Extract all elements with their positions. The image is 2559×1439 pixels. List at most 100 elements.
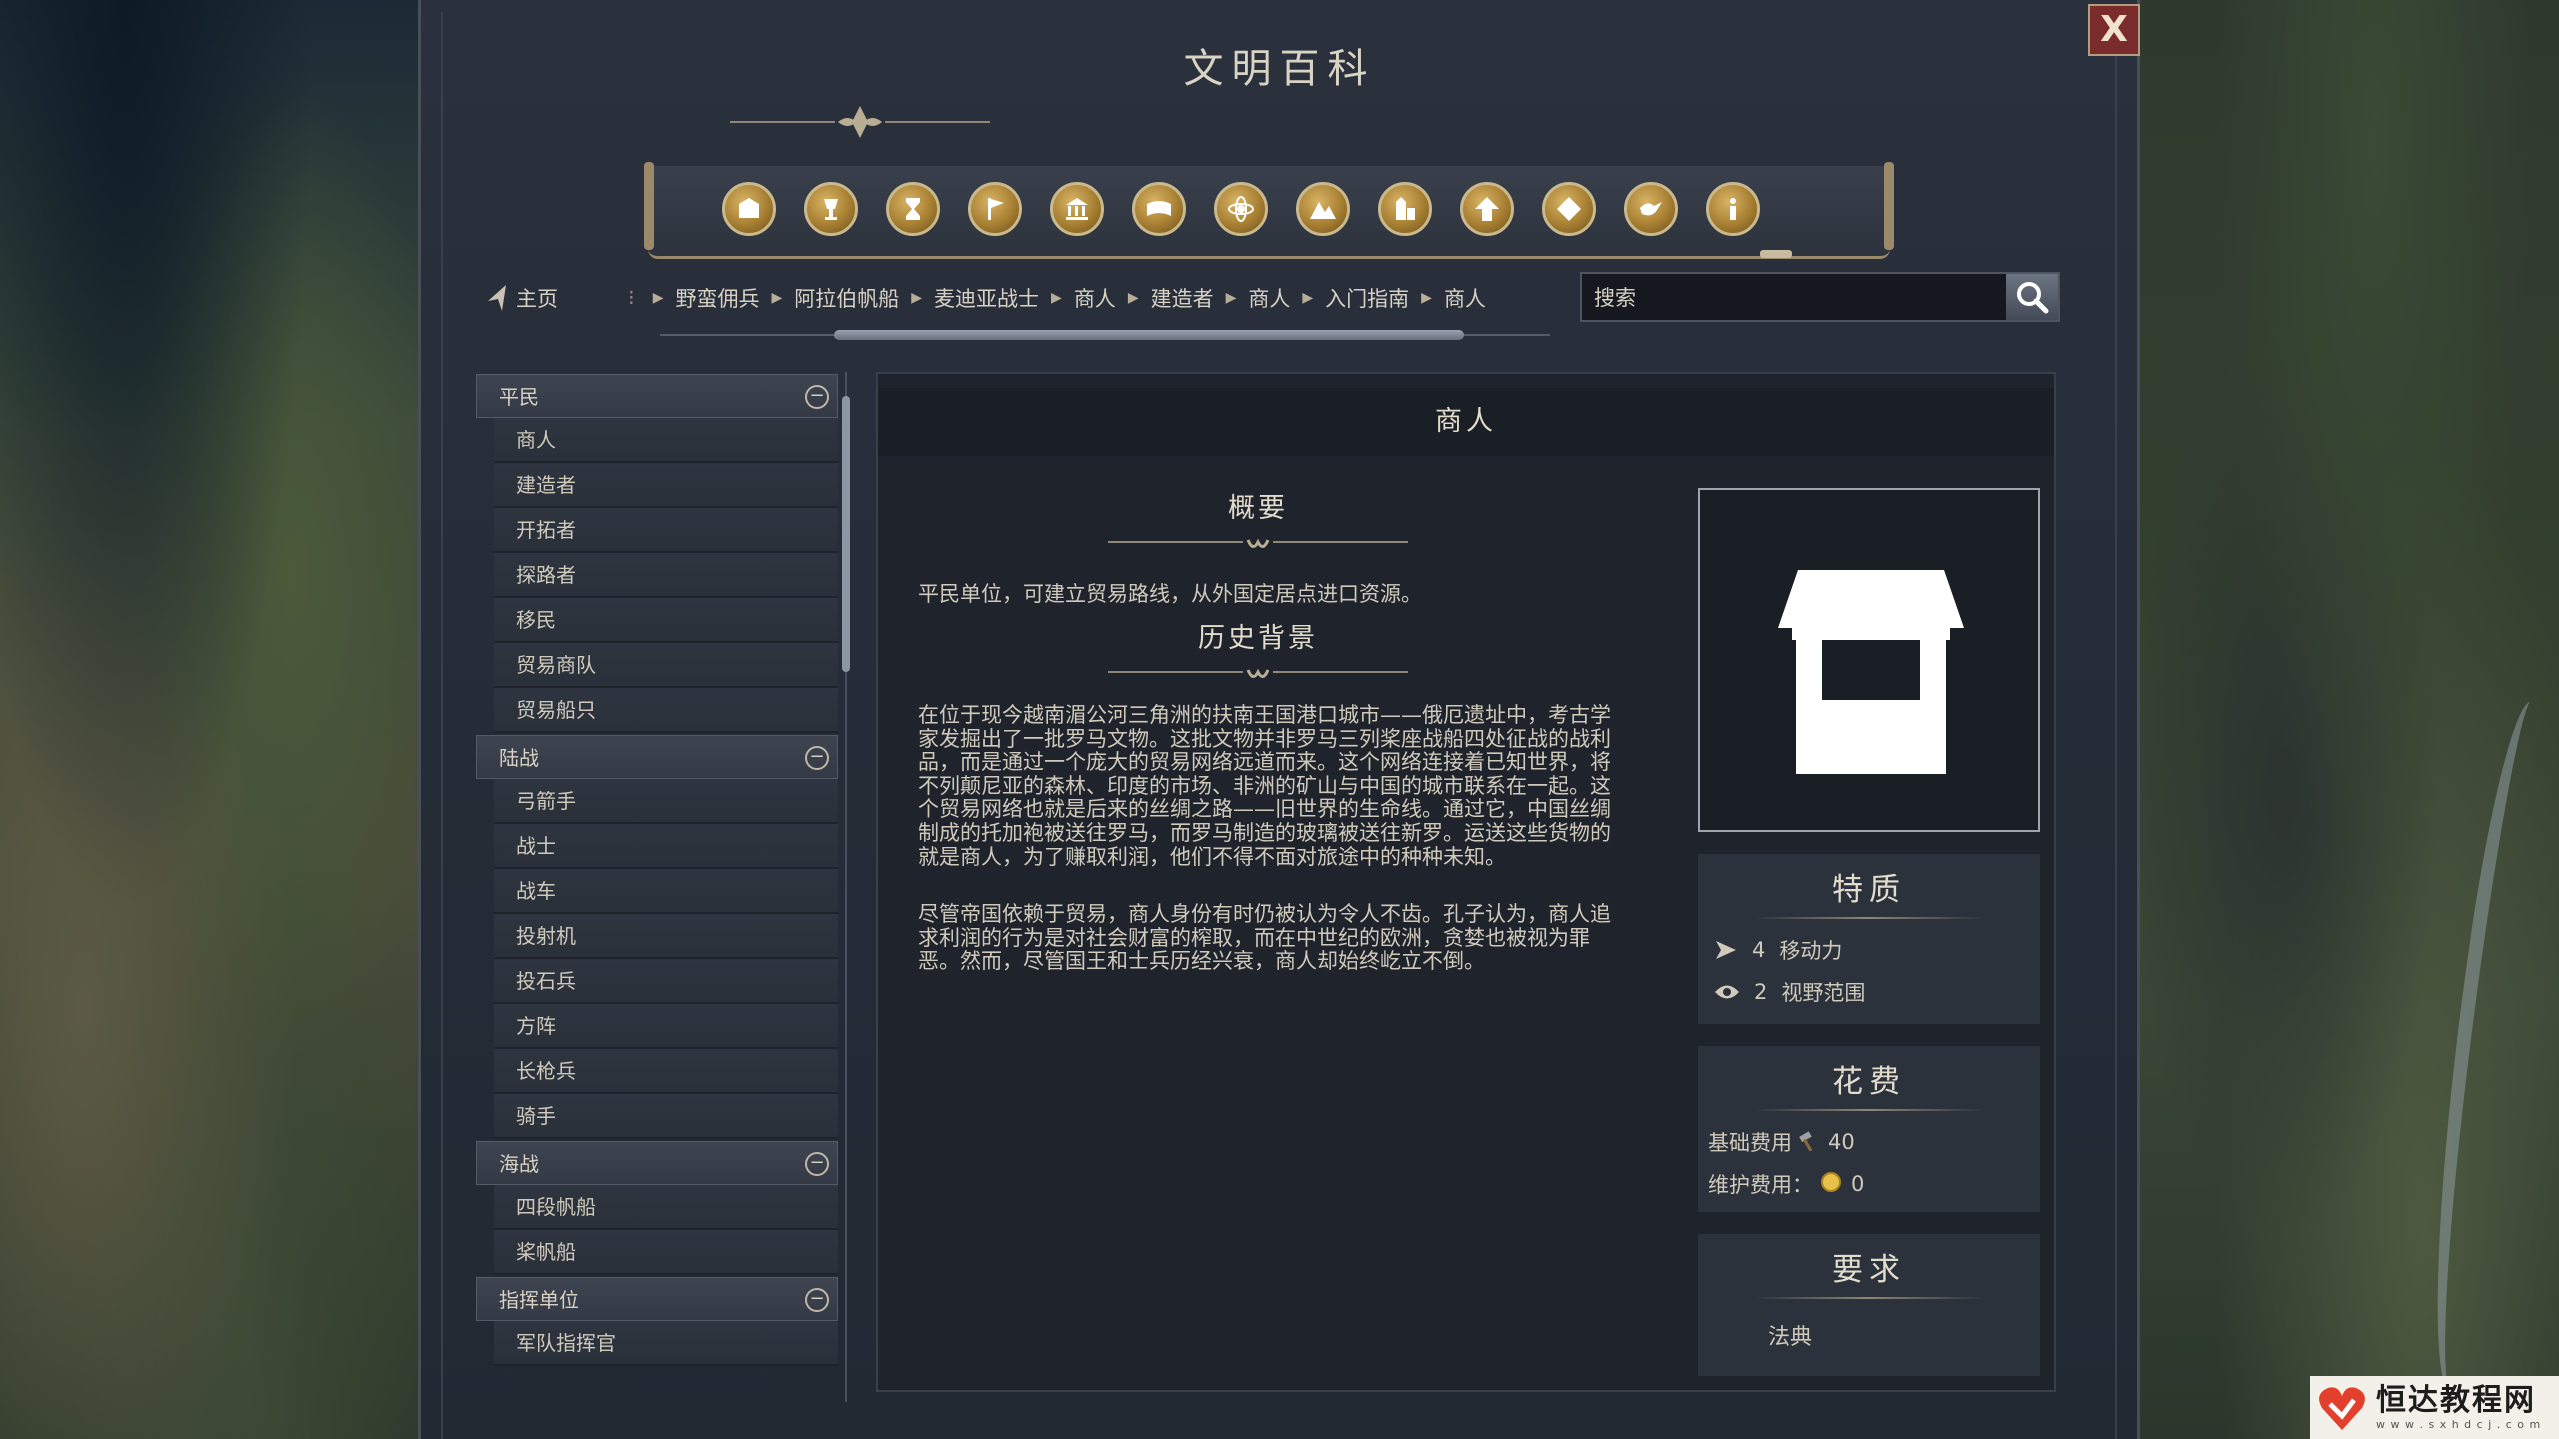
group-header-naval[interactable]: 海战 − [476, 1141, 838, 1185]
cost-row: 维护费用： 0 [1698, 1163, 2040, 1205]
history-paragraph: 在位于现今越南湄公河三角洲的扶南王国港口城市——俄厄遗址中，考古学家发掘出了一批… [918, 703, 1611, 869]
gold-coin-icon [1821, 1172, 1841, 1192]
scroll-thumb[interactable] [842, 396, 850, 672]
requirements-box: 要求 法典 [1698, 1234, 2040, 1376]
group-label: 海战 [499, 1152, 539, 1176]
group-header-civilian[interactable]: 平民 − [476, 374, 838, 418]
category-info-icon[interactable] [1706, 182, 1760, 236]
group-label: 平民 [499, 385, 539, 409]
history-text: 在位于现今越南湄公河三角洲的扶南王国港口城市——俄厄遗址中，考古学家发掘出了一批… [918, 703, 1618, 1008]
search-box [1580, 272, 2060, 322]
trait-row: 2 视野范围 [1698, 971, 2040, 1013]
list-item[interactable]: 军队指挥官 [494, 1321, 838, 1366]
cost-title: 花费 [1832, 1064, 1906, 1100]
category-hourglass-icon[interactable] [886, 182, 940, 236]
group-header-land[interactable]: 陆战 − [476, 735, 838, 779]
article-title: 商人 [878, 388, 2054, 456]
category-flag-icon[interactable] [968, 182, 1022, 236]
group-label: 陆战 [499, 746, 539, 770]
list-item[interactable]: 战车 [494, 869, 838, 914]
list-item[interactable]: 开拓者 [494, 508, 838, 553]
list-item[interactable]: 贸易船只 [494, 688, 838, 733]
scroll-thumb[interactable] [834, 330, 1464, 340]
selected-category-indicator [1760, 250, 1792, 258]
requirement-value: 法典 [1768, 1325, 1813, 1350]
list-item[interactable]: 四段帆船 [494, 1185, 838, 1230]
collapse-icon[interactable]: − [805, 1288, 829, 1312]
category-book-icon[interactable] [1132, 182, 1186, 236]
category-dove-icon[interactable] [1624, 182, 1678, 236]
trait-value: 2 [1754, 980, 1768, 1004]
collapse-icon[interactable]: − [805, 1152, 829, 1176]
list-item[interactable]: 桨帆船 [494, 1230, 838, 1275]
window-title: 文明百科 [1183, 46, 1376, 92]
breadcrumb-item[interactable]: 商人 [1444, 283, 1486, 313]
category-wonder-icon[interactable] [1542, 182, 1596, 236]
breadcrumb-item[interactable]: 入门指南 [1325, 283, 1409, 313]
merchant-stall-icon [1778, 570, 1964, 774]
list-item[interactable]: 商人 [494, 418, 838, 463]
search-input[interactable] [1592, 282, 1996, 314]
list-item[interactable]: 长枪兵 [494, 1049, 838, 1094]
category-upgrade-icon[interactable] [1460, 182, 1514, 236]
list-item[interactable]: 探路者 [494, 553, 838, 598]
group-label: 指挥单位 [499, 1288, 579, 1312]
close-button[interactable]: X [2088, 4, 2140, 56]
list-item[interactable]: 弓箭手 [494, 779, 838, 824]
group-header-commander[interactable]: 指挥单位 − [476, 1277, 838, 1321]
heart-logo-icon [2319, 1386, 2365, 1430]
chevron-right-icon: ▶ [1421, 290, 1432, 306]
breadcrumb-item[interactable]: 麦迪亚战士 [934, 283, 1039, 313]
watermark-url: w w w . s x h d c j . c o m [2376, 1418, 2542, 1431]
unit-list-sidebar: 平民 − 商人 建造者 开拓者 探路者 移民 贸易商队 贸易船只 陆战 − 弓箭手 … [476, 372, 838, 1402]
watermark-text: 恒达教程网 [2376, 1383, 2536, 1418]
breadcrumb-item[interactable]: 野蛮佣兵 [675, 283, 759, 313]
breadcrumb-item[interactable]: 商人 [1074, 283, 1116, 313]
collapse-icon[interactable]: − [805, 746, 829, 770]
list-item[interactable]: 移民 [494, 598, 838, 643]
search-button[interactable] [2006, 274, 2058, 320]
cost-value: 40 [1828, 1130, 1855, 1154]
cost-label: 维护费用： [1708, 1173, 1813, 1197]
breadcrumb-item[interactable]: 商人 [1248, 283, 1290, 313]
site-watermark: 恒达教程网 w w w . s x h d c j . c o m [2310, 1376, 2559, 1439]
trait-label: 视野范围 [1781, 981, 1866, 1005]
home-link[interactable]: 主页 [484, 282, 558, 314]
category-science-icon[interactable] [1214, 182, 1268, 236]
trait-row: 4 移动力 [1698, 929, 2040, 971]
list-item[interactable]: 建造者 [494, 463, 838, 508]
unit-portrait [1698, 488, 2040, 832]
title-ornament [730, 106, 990, 138]
home-label: 主页 [516, 287, 558, 311]
chevron-right-icon: ▶ [1302, 290, 1314, 306]
cost-box: 花费 基础费用 40 维护费用： 0 [1698, 1046, 2040, 1212]
cost-value: 0 [1851, 1172, 1865, 1196]
breadcrumb-item[interactable]: 阿拉伯帆船 [794, 283, 899, 313]
list-item[interactable]: 贸易商队 [494, 643, 838, 688]
list-item[interactable]: 战士 [494, 824, 838, 869]
game-map-left [0, 0, 420, 1439]
summary-heading: 概要 [1228, 493, 1288, 524]
traits-title: 特质 [1832, 872, 1906, 908]
category-resources-icon[interactable] [722, 182, 776, 236]
section-ornament [1108, 668, 1408, 678]
history-heading: 历史背景 [1198, 623, 1318, 654]
breadcrumb: ⁝ ▶ 野蛮佣兵 ▶ 阿拉伯帆船 ▶ 麦迪亚战士 ▶ 商人 ▶ 建造者 ▶ 商人… [628, 282, 1486, 314]
breadcrumb-overflow[interactable]: ⁝ [628, 286, 635, 310]
list-item[interactable]: 骑手 [494, 1094, 838, 1139]
movement-icon [1716, 941, 1736, 959]
category-goblet-icon[interactable] [804, 182, 858, 236]
list-item[interactable]: 投石兵 [494, 959, 838, 1004]
list-item[interactable]: 方阵 [494, 1004, 838, 1049]
chevron-right-icon: ▶ [771, 290, 783, 306]
cost-row: 基础费用 40 [1698, 1121, 2040, 1163]
sidebar-scrollbar[interactable] [840, 372, 852, 1402]
category-government-icon[interactable] [1050, 182, 1104, 236]
trait-value: 4 [1752, 938, 1766, 962]
breadcrumb-item[interactable]: 建造者 [1151, 283, 1214, 313]
category-terrain-icon[interactable] [1296, 182, 1350, 236]
list-item[interactable]: 投射机 [494, 914, 838, 959]
breadcrumb-scrollbar[interactable] [660, 330, 1550, 340]
category-buildings-icon[interactable] [1378, 182, 1432, 236]
collapse-icon[interactable]: − [805, 385, 829, 409]
